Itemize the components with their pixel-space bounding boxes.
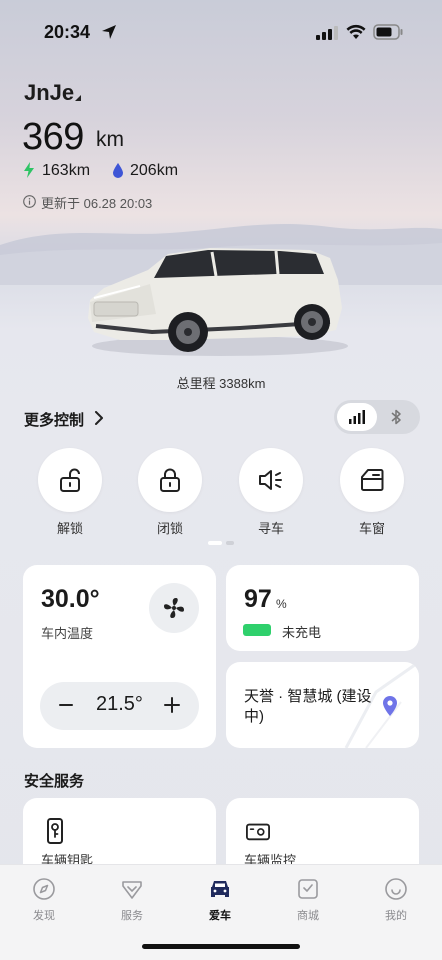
tab-shop-label: 商城: [297, 910, 319, 922]
info-icon: [23, 195, 36, 208]
battery-card[interactable]: 97 % 未充电: [226, 565, 419, 651]
page-indicator: [208, 541, 234, 545]
tab-my-car[interactable]: 爱车: [190, 877, 250, 923]
fuel-range-value: 206km: [130, 162, 179, 179]
update-timestamp: 更新于 06.28 20:03: [41, 196, 153, 211]
location-arrow-icon: [102, 25, 116, 39]
tab-shop[interactable]: 商城: [278, 877, 338, 923]
status-indicator-icon: [75, 95, 81, 101]
tab-service-label: 服务: [121, 910, 143, 922]
minus-icon[interactable]: [59, 698, 73, 712]
fuel-drop-icon: [113, 163, 123, 178]
battery-percentage-unit: %: [276, 597, 287, 611]
climate-card[interactable]: 30.0° 车内温度 21.5°: [23, 565, 216, 748]
location-card[interactable]: 天誉 · 智慧城 (建设中): [226, 662, 419, 748]
total-range-value: 369: [22, 116, 84, 158]
car-key-icon: [47, 818, 63, 844]
unlock-button[interactable]: 解锁: [38, 448, 104, 536]
interior-temperature: 30.0°: [41, 585, 100, 613]
unlock-circle[interactable]: [38, 448, 102, 512]
home-indicator[interactable]: [142, 944, 300, 949]
lock-icon: [160, 468, 180, 492]
find-car-circle[interactable]: [239, 448, 303, 512]
window-button[interactable]: 车窗: [340, 448, 406, 536]
lightning-icon: [24, 162, 34, 178]
plus-icon[interactable]: [164, 697, 180, 713]
fan-button[interactable]: [149, 583, 199, 633]
lock-circle[interactable]: [138, 448, 202, 512]
tab-discover[interactable]: 发现: [14, 877, 74, 923]
signal-bars-icon: [349, 410, 365, 424]
total-range-unit: km: [96, 128, 124, 151]
status-bar: 20:34: [0, 0, 442, 66]
location-text: 天誉 · 智慧城 (建设中): [244, 688, 372, 725]
charging-status: 未充电: [282, 625, 322, 640]
odometer-text: 总里程 3388km: [176, 376, 266, 391]
more-controls-link[interactable]: 更多控制: [24, 409, 84, 430]
tab-profile-label: 我的: [385, 910, 407, 922]
map-pin-icon: [383, 696, 397, 716]
tab-discover-label: 发现: [33, 910, 55, 922]
cellular-mode-button[interactable]: [337, 403, 377, 431]
find-car-button[interactable]: 寻车: [239, 448, 305, 536]
unlock-label: 解锁: [56, 521, 83, 536]
status-time: 20:34: [44, 22, 91, 42]
camera-monitor-icon: [246, 823, 270, 841]
chevron-right-icon[interactable]: [94, 411, 104, 425]
cellular-signal-icon: [316, 26, 338, 40]
temperature-stepper: 21.5°: [40, 682, 199, 730]
tab-my-car-label: 爱车: [209, 910, 231, 922]
set-temperature: 21.5°: [96, 693, 143, 715]
window-label: 车窗: [358, 521, 385, 536]
safety-services-title: 安全服务: [24, 773, 85, 790]
unlock-icon: [60, 468, 80, 492]
bluetooth-icon[interactable]: [390, 409, 402, 425]
fan-icon: [164, 598, 184, 618]
lock-label: 闭锁: [156, 521, 183, 536]
tab-service[interactable]: 服务: [102, 877, 162, 923]
battery-status-icon: [373, 24, 403, 40]
window-icon: [361, 469, 384, 491]
battery-level-bar: [243, 624, 271, 636]
shop-bag-icon: [298, 879, 318, 899]
vehicle-image[interactable]: [80, 240, 350, 360]
wifi-icon: [346, 24, 366, 39]
interior-temperature-label: 车内温度: [41, 626, 94, 641]
car-icon: [211, 881, 229, 897]
electric-range-value: 163km: [42, 162, 91, 179]
compass-icon: [33, 878, 55, 900]
lock-button[interactable]: 闭锁: [138, 448, 204, 536]
vehicle-name[interactable]: JnJe: [24, 80, 74, 106]
heart-service-icon: [122, 881, 142, 899]
battery-percentage: 97: [244, 585, 272, 613]
find-car-label: 寻车: [257, 521, 284, 536]
window-circle[interactable]: [340, 448, 404, 512]
tab-profile[interactable]: 我的: [366, 877, 426, 923]
find-car-icon: [259, 470, 282, 490]
profile-icon: [385, 878, 407, 900]
